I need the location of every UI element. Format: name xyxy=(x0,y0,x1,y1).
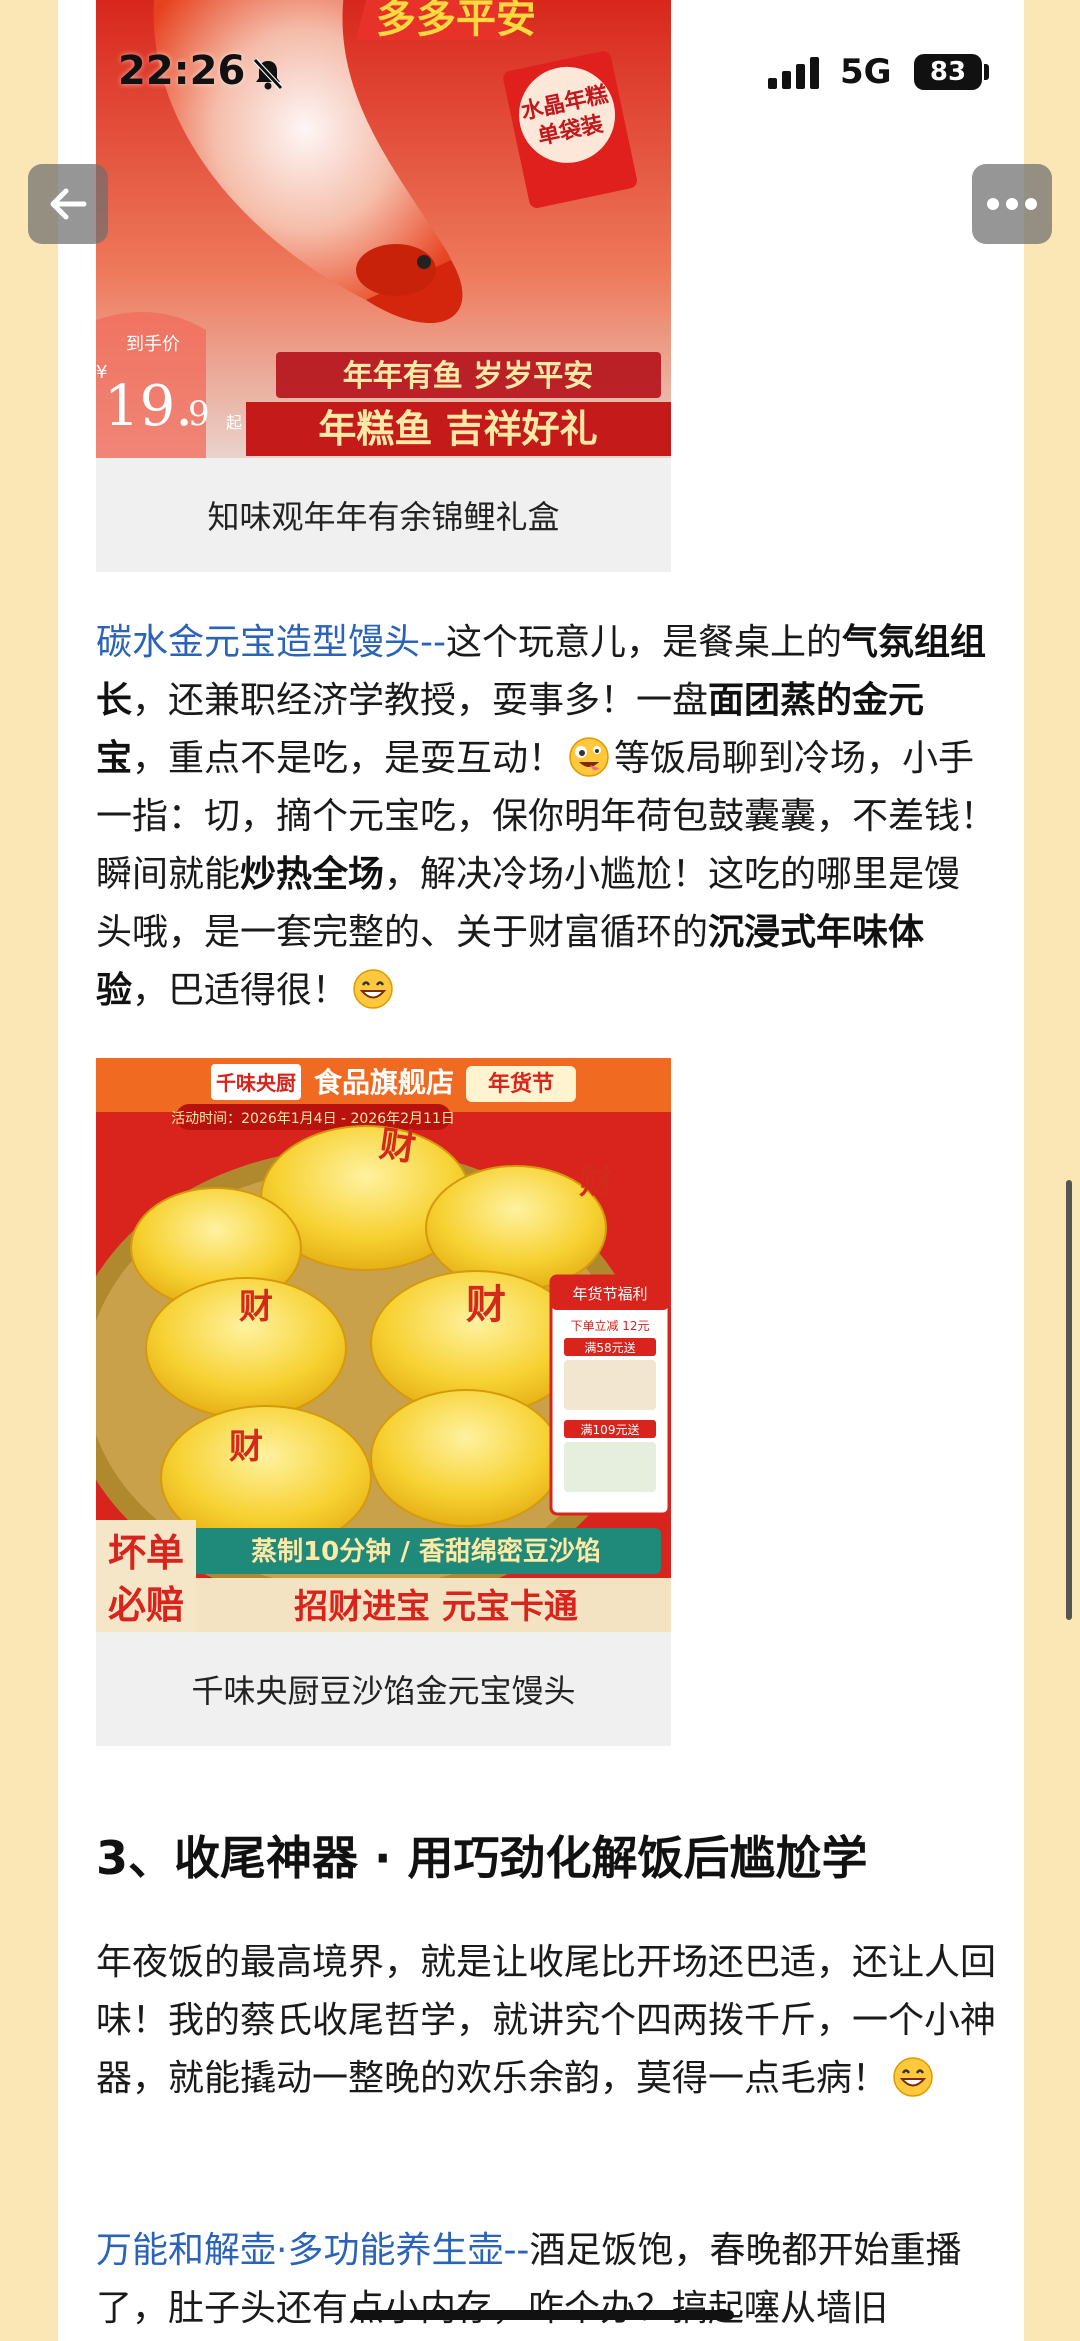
text-run: 年夜饭的最高境界，就是让收尾比开场还巴适，还让人回味！我的蔡氏收尾哲学，就讲究个… xyxy=(96,1942,997,2099)
grin-emoji xyxy=(353,969,393,1009)
bun-stamp: 财 xyxy=(229,1427,263,1467)
bold-run: 炒热全场 xyxy=(240,854,385,895)
back-button[interactable] xyxy=(28,164,108,244)
paragraph-finale: 年夜饭的最高境界，就是让收尾比开场还巴适，还让人回味！我的蔡氏收尾哲学，就讲究个… xyxy=(96,1934,996,2108)
paragraph-steamed-bun: 碳水金元宝造型馒头--这个玩意儿，是餐桌上的气氛组组长，还兼职经济学教授，耍事多… xyxy=(96,614,996,1020)
bun-slogan: 招财进宝 元宝卡通 xyxy=(294,1587,578,1627)
koi-image-caption: 知味观年年有余锦鲤礼盒 xyxy=(96,458,671,572)
crazy-face-emoji xyxy=(569,737,609,777)
bun-store-name: 食品旗舰店 xyxy=(314,1066,454,1099)
text-run: ，巴适得很！ xyxy=(132,970,349,1011)
koi-slogan2: 年糕鱼 吉祥好礼 xyxy=(318,407,597,451)
text-run: ，重点不是吃，是耍互动！ xyxy=(132,738,565,779)
bun-left-badge-top: 坏单 xyxy=(108,1531,184,1575)
koi-price-decimal: 9 xyxy=(188,394,210,434)
bun-promo-title: 年货节福利 xyxy=(572,1285,647,1303)
bun-festival: 年货节 xyxy=(488,1071,554,1097)
more-dots-icon xyxy=(987,198,1037,210)
product-link-bun[interactable]: 碳水金元宝造型馒头-- xyxy=(96,622,446,663)
bun-stamp: 财 xyxy=(579,1162,613,1202)
scrollbar[interactable] xyxy=(1066,1180,1072,1620)
bun-brand: 千味央厨 xyxy=(216,1071,296,1095)
bun-left-badge-bottom: 必赔 xyxy=(108,1583,184,1627)
koi-price-main: 19. xyxy=(104,374,193,439)
koi-slogan1: 年年有鱼 岁岁平安 xyxy=(343,359,593,394)
koi-gift-box-image[interactable]: 多多平安 水晶年糕 单袋装 到手价 ¥ 19. 9 起 年年有鱼 岁岁平安 年糕… xyxy=(96,0,671,458)
bun-stamp: 财 xyxy=(466,1282,506,1328)
product-link-teapot[interactable]: 万能和解壶·多功能养生壶-- xyxy=(96,2230,529,2271)
bun-promo-line3: 满109元送 xyxy=(581,1422,640,1437)
home-indicator[interactable] xyxy=(354,2310,734,2320)
bun-feature: 蒸制10分钟 / 香甜绵密豆沙馅 xyxy=(251,1536,601,1567)
bun-stamp: 财 xyxy=(377,1124,418,1170)
bun-promo-line2: 满58元送 xyxy=(584,1340,635,1355)
koi-price-suffix: 起 xyxy=(226,413,242,432)
bun-image-caption: 千味央厨豆沙馅金元宝馒头 xyxy=(96,1632,671,1746)
bun-stamp: 财 xyxy=(239,1287,273,1327)
text-run: 这个玩意儿，是餐桌上的 xyxy=(445,622,842,663)
gold-ingot-bun-image[interactable]: 千味央厨 食品旗舰店 年货节 活动时间：2026年1月4日 - 2026年2月1… xyxy=(96,1058,671,1632)
bun-promo-line1: 下单立减 12元 xyxy=(570,1318,649,1333)
section-heading: 3、收尾神器 · 用巧劲化解饭后尴尬学 xyxy=(96,1831,868,1885)
koi-price-label: 到手价 xyxy=(126,334,180,355)
bun-activity-time: 活动时间：2026年1月4日 - 2026年2月11日 xyxy=(171,1111,455,1127)
more-button[interactable] xyxy=(972,164,1052,244)
koi-banner-text: 多多平安 xyxy=(376,0,536,42)
text-run: ，还兼职经济学教授，耍事多！一盘 xyxy=(132,680,709,721)
grin-emoji xyxy=(893,2057,933,2097)
back-arrow-icon xyxy=(50,188,87,220)
paragraph-teapot: 万能和解壶·多功能养生壶--酒足饭饱，春晚都开始重播了，肚子头还有点小内存，咋个… xyxy=(96,2222,996,2338)
